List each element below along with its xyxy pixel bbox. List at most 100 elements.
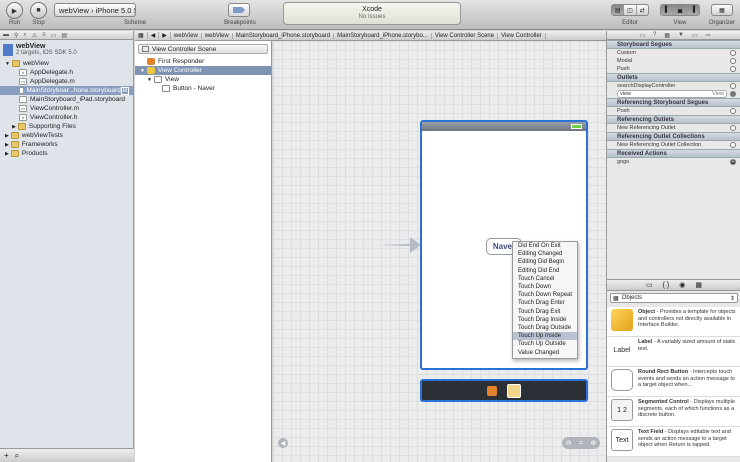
library-item[interactable]: Text Text Field - Displays editable text… <box>607 427 740 457</box>
outline-toggle-icon[interactable]: ◀ <box>278 438 288 448</box>
nav-item[interactable]: h AppDelegate.h <box>0 68 133 77</box>
stop-button[interactable]: ■ <box>30 2 47 19</box>
library-item[interactable]: Object - Provides a template for objects… <box>607 307 740 337</box>
back-icon[interactable]: ◀ <box>148 32 160 39</box>
nav-item[interactable]: m ViewController.m <box>0 104 133 113</box>
library-item[interactable]: Round Rect Button - Intercepts touch eve… <box>607 367 740 397</box>
inspector-section-header[interactable]: Referencing Outlets <box>607 115 740 124</box>
disclosure-closed-icon[interactable]: ▶ <box>5 151 9 157</box>
outlet-view-row[interactable]: view View <box>607 90 740 98</box>
library-item[interactable]: Label Label - A variably sized amount of… <box>607 337 740 367</box>
disclosure-closed-icon[interactable]: ▶ <box>5 142 9 148</box>
connections-inspector-icon[interactable]: ⇨ <box>706 32 711 39</box>
menu-item[interactable]: Touch Drag Inside <box>513 316 577 324</box>
menu-item[interactable]: Touch Cancel <box>513 275 577 283</box>
inspector-section-header[interactable]: Outlets <box>607 73 740 82</box>
run-button[interactable]: ▶ <box>6 2 23 19</box>
disclosure-open-icon[interactable]: ▼ <box>5 61 10 67</box>
breakpoint-tab-icon[interactable]: ▭ <box>51 32 57 39</box>
outline-item[interactable]: ▼ View <box>135 75 271 84</box>
connection-circle-icon[interactable] <box>730 142 736 148</box>
nav-item[interactable]: ▶ Products <box>0 149 133 158</box>
search-tab-icon[interactable]: ⌕ <box>23 32 26 39</box>
media-library-icon[interactable]: ▦ <box>695 281 702 289</box>
issue-tab-icon[interactable]: ⚠ <box>32 32 37 39</box>
identity-inspector-icon[interactable]: ▦ <box>664 32 670 39</box>
file-template-icon[interactable]: ▭ <box>646 281 653 289</box>
navigator-toggle-icon[interactable]: ▌ <box>661 5 674 15</box>
nav-item[interactable]: ▶ webViewTests <box>0 131 133 140</box>
folder-tab-icon[interactable]: ▬ <box>3 32 9 38</box>
connection-circle-icon[interactable] <box>730 83 736 89</box>
nav-item[interactable]: h ViewController.h <box>0 113 133 122</box>
jump-crumb[interactable]: webView <box>171 32 202 39</box>
code-snippet-icon[interactable]: { } <box>663 282 670 289</box>
organizer-button[interactable]: ▦ <box>711 4 733 16</box>
object-library-icon[interactable]: ◉ <box>679 281 685 289</box>
scheme-selector[interactable]: webView › iPhone 5.0 Simulator <box>54 3 136 17</box>
size-inspector-icon[interactable]: ▭ <box>692 32 698 39</box>
attributes-inspector-icon[interactable]: ▼ <box>678 32 684 38</box>
file-inspector-icon[interactable]: ▭ <box>639 32 645 39</box>
debug-toggle-icon[interactable]: ▄ <box>674 5 687 15</box>
menu-item[interactable]: Touch Drag Enter <box>513 299 577 307</box>
first-responder-icon[interactable] <box>487 385 497 396</box>
help-inspector-icon[interactable]: ? <box>653 32 656 38</box>
connection-circle-icon[interactable] <box>730 58 736 64</box>
connection-filled-circle-icon[interactable] <box>730 91 736 97</box>
nav-item[interactable]: m AppDelegate.m <box>0 77 133 86</box>
project-row[interactable]: webView 2 targets, iOS SDK 5.0 <box>0 40 133 59</box>
menu-item[interactable]: Did End On Exit <box>513 242 577 250</box>
assistant-editor-icon[interactable]: ◫ <box>624 5 637 15</box>
menu-item[interactable]: Editing Did End <box>513 267 577 275</box>
symbol-tab-icon[interactable]: ⚲ <box>14 32 18 39</box>
menu-item[interactable]: Touch Down Repeat <box>513 291 577 299</box>
menu-item[interactable]: Touch Drag Exit <box>513 308 577 316</box>
menu-item[interactable]: Value Changed <box>513 348 577 356</box>
log-tab-icon[interactable]: ▤ <box>61 32 67 39</box>
library-item[interactable]: 1 2 Segmented Control - Displays multipl… <box>607 397 740 427</box>
jump-crumb[interactable]: webView <box>202 32 233 39</box>
library-selector[interactable]: ▦ Objects ⇕ <box>610 293 738 303</box>
nav-item[interactable]: ▶ Frameworks <box>0 140 133 149</box>
zoom-out-icon[interactable]: ⊖ <box>566 439 572 447</box>
utilities-toggle-icon[interactable]: ▐ <box>687 5 699 15</box>
menu-item[interactable]: Touch Drag Outside <box>513 324 577 332</box>
menu-item-selected[interactable]: Touch Up Inside <box>513 332 577 341</box>
add-icon[interactable]: + <box>4 451 9 460</box>
disclosure-open-icon[interactable]: ▼ <box>140 68 145 74</box>
connection-circle-icon[interactable] <box>730 108 736 114</box>
connection-circle-icon[interactable] <box>730 125 736 131</box>
jump-crumb[interactable]: MainStoryboard_iPhone.storybo... <box>334 32 432 39</box>
scene-dock[interactable] <box>420 379 588 402</box>
nav-item[interactable]: ▶ Supporting Files <box>0 122 133 131</box>
inspector-section-header[interactable]: Referencing Outlet Collections <box>607 132 740 141</box>
editor-segmented[interactable]: ▤ ◫ ⇄ <box>611 4 649 16</box>
inspector-section-header[interactable]: Referencing Storyboard Segues <box>607 98 740 107</box>
view-controller-icon[interactable] <box>507 383 521 398</box>
jump-crumb[interactable]: MainStoryboard_iPhone.storyboard <box>233 32 335 39</box>
menu-item[interactable]: Editing Changed <box>513 250 577 258</box>
nav-item[interactable]: ▼ webView <box>0 59 133 68</box>
disclosure-open-icon[interactable]: ▼ <box>147 77 152 83</box>
outline-item[interactable]: First Responder <box>135 57 271 66</box>
outline-item-selected[interactable]: ▼ View Controller <box>135 66 271 75</box>
breakpoints-button[interactable] <box>228 3 250 17</box>
disclosure-closed-icon[interactable]: ▶ <box>5 133 9 139</box>
forward-icon[interactable]: ▶ <box>159 32 171 39</box>
scene-header[interactable]: View Controller Scene <box>138 44 268 54</box>
outline-item[interactable]: Button - Naver <box>135 84 271 93</box>
jump-crumb[interactable]: View Controller Scene <box>432 32 499 39</box>
nav-item-selected[interactable]: MainStoryboar...hone.storyboard M <box>0 86 133 95</box>
menu-item[interactable]: Editing Did Begin <box>513 258 577 266</box>
filter-icon[interactable]: ⌕ <box>15 451 19 461</box>
menu-item[interactable]: Touch Up Outside <box>513 340 577 348</box>
version-editor-icon[interactable]: ⇄ <box>637 5 648 15</box>
menu-item[interactable]: Touch Down <box>513 283 577 291</box>
inspector-section-header[interactable]: Received Actions <box>607 149 740 158</box>
debug-tab-icon[interactable]: ≡ <box>42 32 46 38</box>
jump-crumb[interactable]: View Controller <box>498 32 546 39</box>
inspector-section-header[interactable]: Storyboard Segues <box>607 40 740 49</box>
connection-circle-icon[interactable] <box>730 50 736 56</box>
nav-item[interactable]: MainStoryboard_iPad.storyboard <box>0 95 133 104</box>
